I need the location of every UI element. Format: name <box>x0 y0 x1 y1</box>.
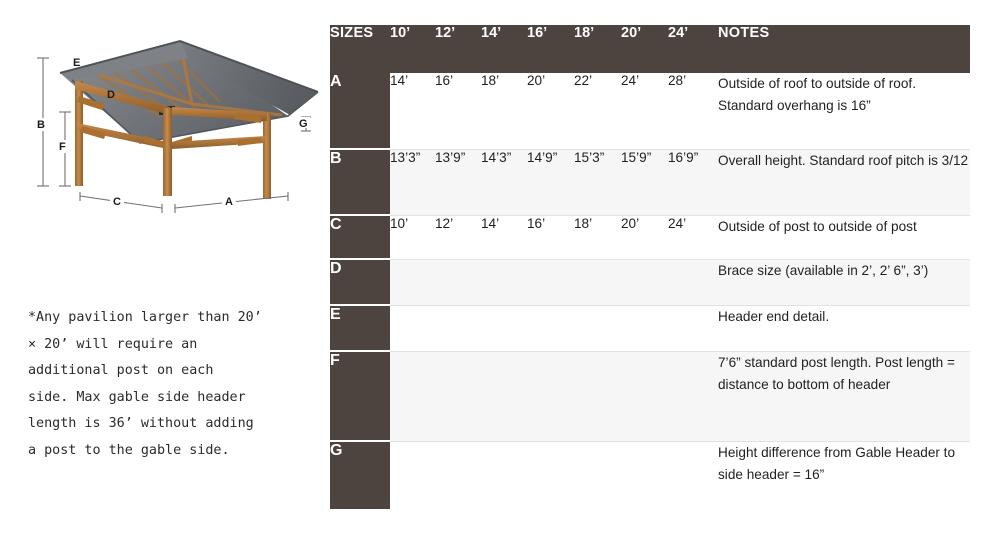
row-value <box>481 304 527 351</box>
row-letter: F <box>330 350 390 441</box>
row-letter: G <box>330 440 390 509</box>
table-row: A 14’ 16’ 18’ 20’ 22’ 24’ 28’ Outside of… <box>330 73 970 149</box>
header-sizes: SIZES <box>330 25 374 41</box>
row-value <box>574 440 621 509</box>
row-value <box>668 258 718 305</box>
row-value: 15’9” <box>621 148 668 215</box>
row-value: 13’9” <box>435 148 481 215</box>
row-value <box>435 304 481 351</box>
table-row: G Height difference from Gable Header to… <box>330 440 970 509</box>
row-letter: B <box>330 148 390 215</box>
dim-label-F-front: F <box>59 141 66 153</box>
pavilion-size-note: *Any pavilion larger than 20’ × 20’ will… <box>28 310 262 458</box>
row-value <box>668 304 718 351</box>
header-size-12: 12’ <box>435 25 456 41</box>
dim-label-D: D <box>107 89 115 101</box>
table-row: E Header end detail. <box>330 304 970 351</box>
row-value <box>668 440 718 509</box>
header-notes: NOTES <box>718 25 770 41</box>
table-row: B 13’3” 13’9” 14’3” 14’9” 15’3” 15’9” 16… <box>330 148 970 215</box>
dim-label-B-front: B <box>37 119 45 131</box>
header-size-24: 24’ <box>668 25 689 41</box>
sizes-table-container: SIZES 10’ 12’ 14’ 16’ 18’ 20’ 24’ NOTES … <box>330 25 970 509</box>
row-value <box>435 350 481 441</box>
row-value <box>574 350 621 441</box>
pavilion-size-chart-page: B F E D G C A B F <box>0 0 1000 544</box>
row-value: 28’ <box>668 73 718 149</box>
dim-label-C-front: C <box>113 196 121 208</box>
header-size-14: 14’ <box>481 25 502 41</box>
row-value: 20’ <box>527 73 574 149</box>
table-row: C 10’ 12’ 14’ 16’ 18’ 20’ 24’ Outside of… <box>330 214 970 259</box>
row-value <box>574 304 621 351</box>
row-value: 14’ <box>390 73 435 149</box>
header-size-10: 10’ <box>390 25 411 41</box>
row-value <box>527 258 574 305</box>
row-value <box>435 258 481 305</box>
sizes-table: SIZES 10’ 12’ 14’ 16’ 18’ 20’ 24’ NOTES … <box>330 25 970 509</box>
row-value <box>390 258 435 305</box>
pavilion-diagram: B F E D G C A B F <box>20 18 320 223</box>
row-value <box>527 304 574 351</box>
row-value <box>621 350 668 441</box>
row-value: 16’ <box>435 73 481 149</box>
header-size-16: 16’ <box>527 25 548 41</box>
row-value <box>390 350 435 441</box>
row-letter: C <box>330 214 390 259</box>
row-letter: A <box>330 73 390 149</box>
dim-label-G-front: G <box>299 118 308 130</box>
row-value <box>621 304 668 351</box>
row-notes: Header end detail. <box>718 304 970 351</box>
table-header-row: SIZES 10’ 12’ 14’ 16’ 18’ 20’ 24’ NOTES <box>330 25 970 73</box>
row-value: 18’ <box>574 214 621 259</box>
row-value <box>435 440 481 509</box>
row-value <box>527 440 574 509</box>
row-notes: Outside of roof to outside of roof. Stan… <box>718 73 970 149</box>
table-row: D Brace size (available in 2’, 2’ 6”, 3’… <box>330 258 970 305</box>
row-value <box>621 258 668 305</box>
row-value <box>574 258 621 305</box>
row-value: 14’9” <box>527 148 574 215</box>
left-panel: B F E D G C A B F <box>0 0 330 544</box>
table-row: F 7’6” standard post length. Post length… <box>330 350 970 441</box>
row-notes: 7’6” standard post length. Post length =… <box>718 350 970 441</box>
row-value <box>668 350 718 441</box>
row-value: 24’ <box>621 73 668 149</box>
sizes-table-body: A 14’ 16’ 18’ 20’ 22’ 24’ 28’ Outside of… <box>330 73 970 509</box>
row-letter: E <box>330 304 390 351</box>
row-value: 16’9” <box>668 148 718 215</box>
row-value: 22’ <box>574 73 621 149</box>
row-value <box>481 440 527 509</box>
row-value: 18’ <box>481 73 527 149</box>
row-value <box>527 350 574 441</box>
row-value: 20’ <box>621 214 668 259</box>
row-value: 10’ <box>390 214 435 259</box>
header-size-18: 18’ <box>574 25 595 41</box>
row-value: 24’ <box>668 214 718 259</box>
row-value <box>481 350 527 441</box>
row-notes: Brace size (available in 2’, 2’ 6”, 3’) <box>718 258 970 305</box>
row-value: 16’ <box>527 214 574 259</box>
dim-label-E: E <box>73 57 80 69</box>
row-value: 12’ <box>435 214 481 259</box>
sizes-table-head: SIZES 10’ 12’ 14’ 16’ 18’ 20’ 24’ NOTES <box>330 25 970 73</box>
post-center <box>163 108 172 196</box>
row-letter: D <box>330 258 390 305</box>
row-notes: Overall height. Standard roof pitch is 3… <box>718 148 970 215</box>
header-size-20: 20’ <box>621 25 642 41</box>
row-value <box>390 304 435 351</box>
row-value: 14’ <box>481 214 527 259</box>
row-value: 15’3” <box>574 148 621 215</box>
row-notes: Outside of post to outside of post <box>718 214 970 259</box>
row-value: 14’3” <box>481 148 527 215</box>
row-notes: Height difference from Gable Header to s… <box>718 440 970 509</box>
row-value <box>390 440 435 509</box>
row-value <box>481 258 527 305</box>
dim-label-A-front: A <box>225 196 233 208</box>
row-value <box>621 440 668 509</box>
post-right <box>263 113 271 199</box>
row-value: 13’3” <box>390 148 435 215</box>
